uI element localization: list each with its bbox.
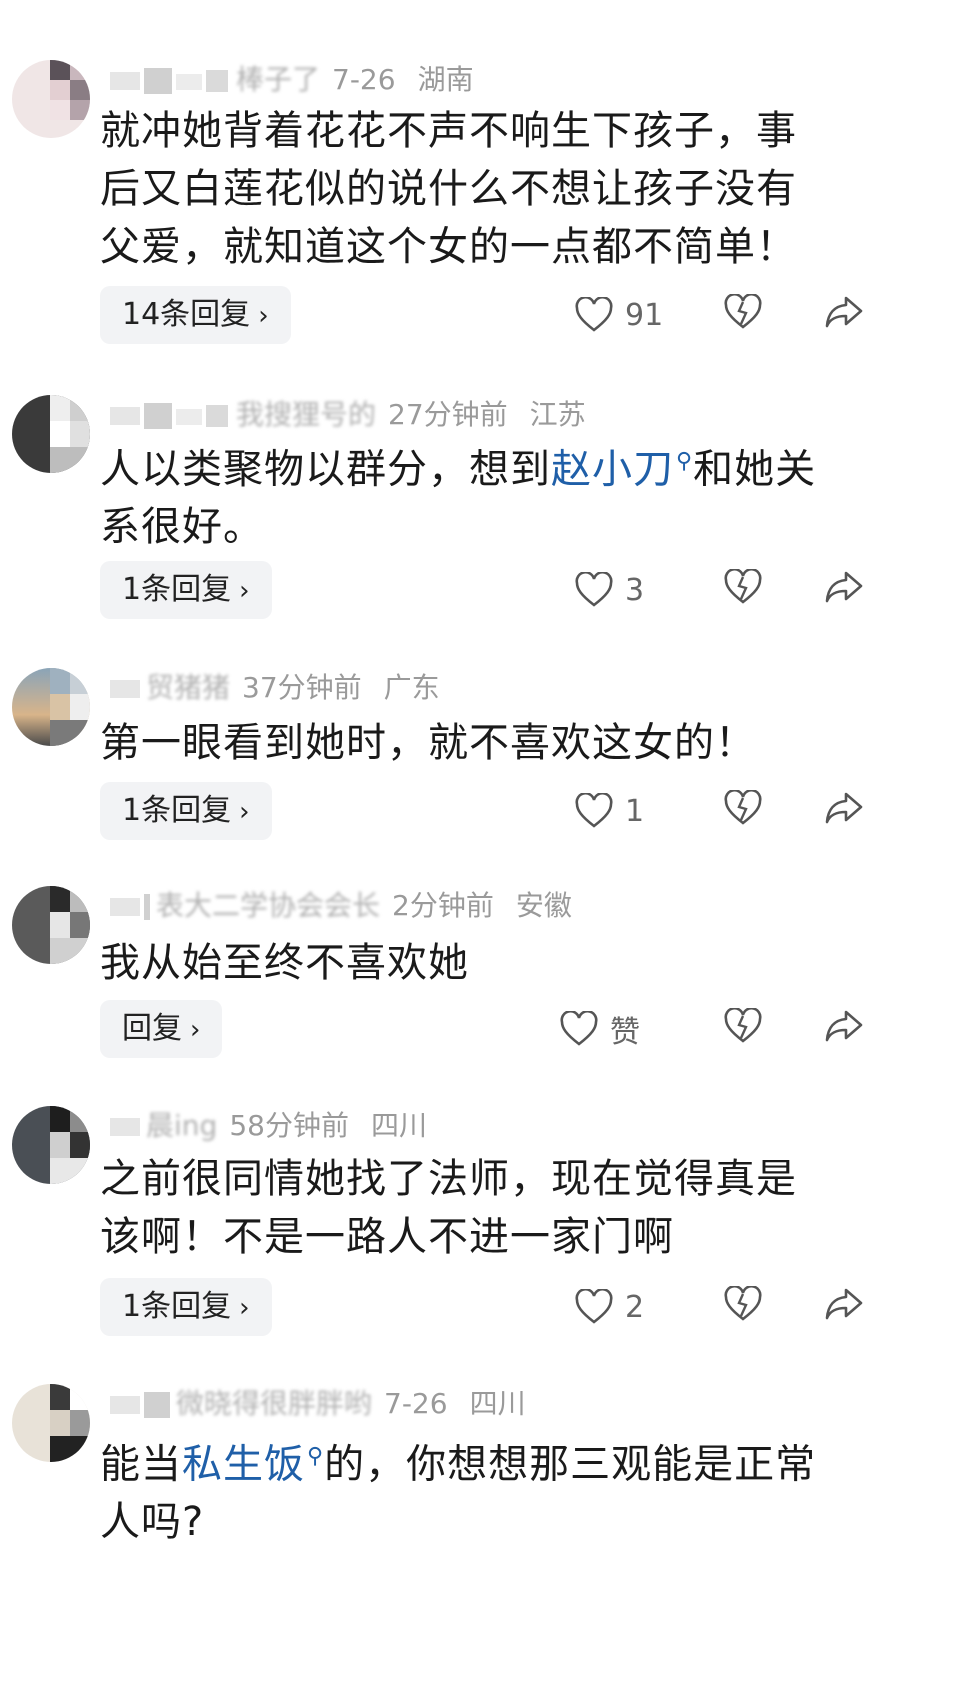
- username-blur: [110, 68, 230, 94]
- comment-actions: 赞: [0, 1000, 960, 1058]
- username[interactable]: 晨ing: [146, 1106, 217, 1146]
- like-button[interactable]: 1: [575, 790, 644, 832]
- search-link[interactable]: 赵小刀: [551, 446, 674, 492]
- like-button[interactable]: 2: [575, 1286, 644, 1328]
- heart-outline-icon: [560, 1011, 598, 1046]
- like-count: 91: [625, 297, 664, 333]
- share-button[interactable]: [824, 1008, 864, 1044]
- broken-heart-icon: [724, 294, 762, 329]
- broken-heart-icon: [724, 790, 762, 825]
- like-button[interactable]: 3: [575, 569, 644, 611]
- like-count: 1: [625, 793, 645, 829]
- broken-heart-icon: [724, 569, 762, 604]
- comment-meta: 棒子了 7-26 湖南: [110, 60, 474, 100]
- comment-location: 湖南: [417, 63, 474, 96]
- comment-time: 7-26: [384, 1387, 448, 1420]
- like-button[interactable]: 赞: [560, 1008, 640, 1050]
- share-arrow-icon: [825, 792, 863, 824]
- search-icon: ⚲: [676, 449, 694, 474]
- username-blur: [110, 676, 140, 702]
- comment-text-part: 人以类聚物以群分，想到: [100, 446, 551, 493]
- comment-text: 之前很同情她找了法师，现在觉得真是该啊！不是一路人不进一家门啊: [100, 1156, 797, 1260]
- broken-heart-icon: [724, 1286, 762, 1321]
- comment-text-part: 能当: [100, 1441, 182, 1488]
- username-blur: [110, 894, 150, 920]
- avatar[interactable]: [12, 886, 90, 964]
- avatar[interactable]: [12, 395, 90, 473]
- avatar[interactable]: [12, 668, 90, 746]
- share-arrow-icon: [825, 571, 863, 603]
- dislike-button[interactable]: [724, 1286, 762, 1322]
- comment-actions: 2: [0, 1278, 960, 1336]
- share-arrow-icon: [825, 296, 863, 328]
- comment-text: 能当私生饭⚲的，你想想那三观能是正常人吗?: [100, 1428, 830, 1551]
- like-button[interactable]: 91: [575, 294, 663, 336]
- dislike-button[interactable]: [724, 790, 762, 826]
- comment-time: 7-26: [332, 63, 396, 96]
- comment-location: 四川: [370, 1109, 427, 1142]
- username[interactable]: 棒子了: [236, 60, 320, 100]
- comment-actions: 91: [0, 286, 960, 344]
- comment-meta: 我搜狸号的 27分钟前 江苏: [110, 395, 586, 435]
- comment-text: 第一眼看到她时，就不喜欢这女的！: [100, 720, 756, 766]
- comment-text: 人以类聚物以群分，想到赵小刀⚲和她关系很好。: [100, 433, 830, 556]
- comment-text: 我从始至终不喜欢她: [100, 940, 469, 986]
- dislike-button[interactable]: [724, 569, 762, 605]
- comment-location: 四川: [469, 1387, 526, 1420]
- comment-meta: 晨ing 58分钟前 四川: [110, 1106, 427, 1146]
- avatar[interactable]: [12, 60, 90, 138]
- share-arrow-icon: [825, 1010, 863, 1042]
- username-blur: [110, 1114, 140, 1140]
- share-button[interactable]: [824, 1286, 864, 1322]
- comment-text: 就冲她背着花花不声不响生下孩子，事后又白莲花似的说什么不想让孩子没有父爱，就知道…: [100, 108, 797, 270]
- share-button[interactable]: [824, 294, 864, 330]
- username[interactable]: 表大二学协会会长: [156, 886, 380, 926]
- comment-location: 安徽: [515, 889, 572, 922]
- comment-time: 37分钟前: [242, 671, 362, 704]
- avatar[interactable]: [12, 1384, 90, 1462]
- avatar[interactable]: [12, 1106, 90, 1184]
- broken-heart-icon: [724, 1008, 762, 1043]
- search-icon: ⚲: [307, 1444, 325, 1469]
- heart-outline-icon: [575, 572, 613, 607]
- username[interactable]: 微晓得很胖胖哟: [176, 1384, 372, 1424]
- comment-time: 27分钟前: [388, 398, 508, 431]
- comment-actions: 3: [0, 561, 960, 619]
- username-blur: [110, 403, 230, 429]
- comment-meta: 贸猪猪 37分钟前 广东: [110, 668, 440, 708]
- like-count: 赞: [610, 1015, 640, 1050]
- comment-meta: 表大二学协会会长 2分钟前 安徽: [110, 886, 572, 926]
- comment-meta: 微晓得很胖胖哟 7-26 四川: [110, 1384, 526, 1424]
- comment-location: 广东: [383, 671, 440, 704]
- like-count: 3: [625, 572, 645, 608]
- username[interactable]: 我搜狸号的: [236, 395, 376, 435]
- comment-time: 58分钟前: [229, 1109, 349, 1142]
- dislike-button[interactable]: [724, 1008, 762, 1044]
- like-count: 2: [625, 1289, 645, 1325]
- share-button[interactable]: [824, 569, 864, 605]
- heart-outline-icon: [575, 793, 613, 828]
- comment-location: 江苏: [529, 398, 586, 431]
- comment-time: 2分钟前: [392, 889, 494, 922]
- share-arrow-icon: [825, 1288, 863, 1320]
- share-button[interactable]: [824, 790, 864, 826]
- heart-outline-icon: [575, 297, 613, 332]
- username[interactable]: 贸猪猪: [146, 668, 230, 708]
- username-blur: [110, 1392, 170, 1418]
- search-link[interactable]: 私生饭: [182, 1441, 305, 1487]
- heart-outline-icon: [575, 1289, 613, 1324]
- comment-actions: 1: [0, 782, 960, 840]
- dislike-button[interactable]: [724, 294, 762, 330]
